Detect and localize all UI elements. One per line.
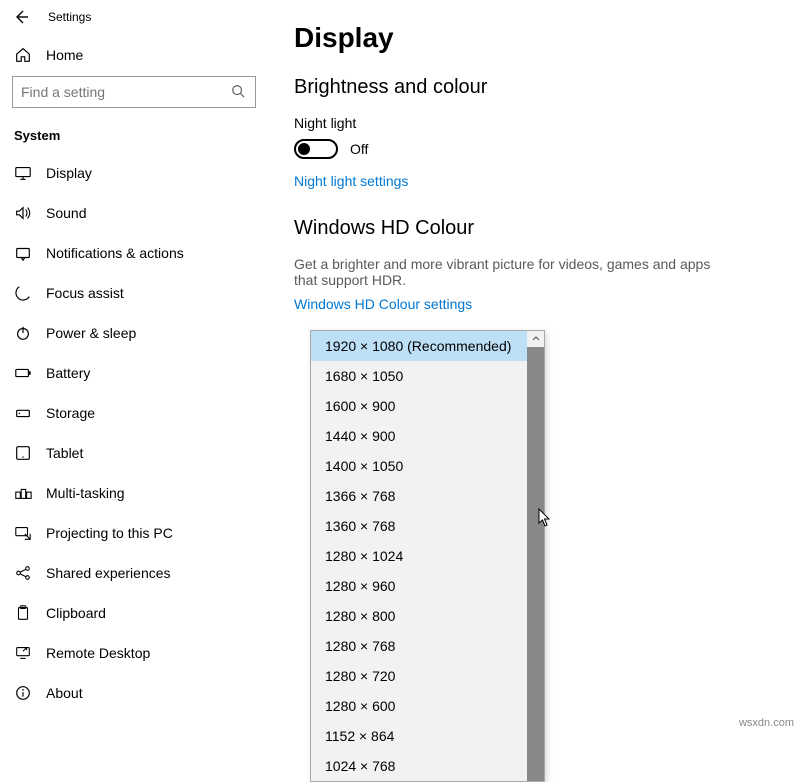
resolution-option[interactable]: 1600 × 900 — [311, 391, 527, 421]
night-light-state: Off — [350, 141, 368, 157]
clipboard-icon — [14, 604, 32, 622]
sidebar-item-project[interactable]: Projecting to this PC — [0, 513, 268, 553]
hd-colour-link[interactable]: Windows HD Colour settings — [294, 296, 472, 312]
resolution-option[interactable]: 1400 × 1050 — [311, 451, 527, 481]
hd-colour-desc: Get a brighter and more vibrant picture … — [294, 256, 714, 288]
sidebar-item-battery[interactable]: Battery — [0, 353, 268, 393]
resolution-option[interactable]: 1280 × 960 — [311, 571, 527, 601]
sidebar-item-label: Notifications & actions — [46, 245, 184, 261]
search-wrap — [0, 76, 268, 120]
storage-icon — [14, 404, 32, 422]
search-box[interactable] — [12, 76, 256, 108]
brightness-heading: Brightness and colour — [294, 76, 774, 99]
sidebar-item-label: Focus assist — [46, 285, 124, 301]
display-icon — [14, 164, 32, 182]
resolution-option[interactable]: 1280 × 720 — [311, 661, 527, 691]
sidebar-item-label: Tablet — [46, 445, 83, 461]
night-light-toggle-row: Off — [294, 139, 774, 159]
sound-icon — [14, 204, 32, 222]
resolution-option[interactable]: 1280 × 800 — [311, 601, 527, 631]
resolution-option[interactable]: 1024 × 768 — [311, 751, 527, 781]
window-title: Settings — [48, 10, 91, 24]
sidebar-item-about[interactable]: About — [0, 673, 268, 713]
page-title: Display — [294, 22, 774, 54]
toggle-knob — [298, 143, 310, 155]
sidebar-item-label: Power & sleep — [46, 325, 136, 341]
sidebar-item-label: Storage — [46, 405, 95, 421]
resolution-option[interactable]: 1280 × 768 — [311, 631, 527, 661]
sidebar-item-storage[interactable]: Storage — [0, 393, 268, 433]
night-light-toggle[interactable] — [294, 139, 338, 159]
notifications-icon — [14, 244, 32, 262]
sidebar-item-shared[interactable]: Shared experiences — [0, 553, 268, 593]
project-icon — [14, 524, 32, 542]
sidebar-item-label: Remote Desktop — [46, 645, 150, 661]
chevron-up-icon — [532, 335, 540, 343]
sidebar-item-label: Battery — [46, 365, 90, 381]
sidebar-category: System — [0, 120, 268, 153]
resolution-option[interactable]: 1360 × 768 — [311, 511, 527, 541]
sidebar-home[interactable]: Home — [0, 34, 268, 76]
sidebar-item-multitask[interactable]: Multi-tasking — [0, 473, 268, 513]
resolution-option[interactable]: 1366 × 768 — [311, 481, 527, 511]
tablet-icon — [14, 444, 32, 462]
sidebar-item-label: Multi-tasking — [46, 485, 125, 501]
scroll-up-button[interactable] — [527, 331, 544, 347]
sidebar-item-label: Shared experiences — [46, 565, 171, 581]
search-input[interactable] — [21, 84, 231, 100]
sidebar-item-label: Projecting to this PC — [46, 525, 173, 541]
sidebar: Settings Home System Display Sound Notific… — [0, 0, 268, 735]
sidebar-item-display[interactable]: Display — [0, 153, 268, 193]
about-icon — [14, 684, 32, 702]
night-light-settings-link[interactable]: Night light settings — [294, 173, 408, 189]
arrow-left-icon — [13, 9, 29, 25]
focus-icon — [14, 284, 32, 302]
battery-icon — [14, 364, 32, 382]
resolution-dropdown[interactable]: 1920 × 1080 (Recommended)1680 × 10501600… — [310, 330, 545, 782]
home-label: Home — [46, 47, 83, 63]
resolution-option[interactable]: 1280 × 600 — [311, 691, 527, 721]
dropdown-list: 1920 × 1080 (Recommended)1680 × 10501600… — [311, 331, 527, 781]
sidebar-item-label: Clipboard — [46, 605, 106, 621]
sidebar-item-sound[interactable]: Sound — [0, 193, 268, 233]
sidebar-item-tablet[interactable]: Tablet — [0, 433, 268, 473]
night-light-label: Night light — [294, 115, 774, 131]
titlebar: Settings — [0, 0, 268, 34]
sidebar-item-label: About — [46, 685, 83, 701]
resolution-option[interactable]: 1680 × 1050 — [311, 361, 527, 391]
sidebar-item-label: Display — [46, 165, 92, 181]
sidebar-item-focus[interactable]: Focus assist — [0, 273, 268, 313]
sidebar-item-clipboard[interactable]: Clipboard — [0, 593, 268, 633]
multitask-icon — [14, 484, 32, 502]
resolution-option[interactable]: 1440 × 900 — [311, 421, 527, 451]
back-button[interactable] — [12, 8, 30, 26]
nav-list: Display Sound Notifications & actions Focus… — [0, 153, 268, 713]
sidebar-item-notifications[interactable]: Notifications & actions — [0, 233, 268, 273]
search-icon — [231, 84, 247, 100]
sidebar-item-label: Sound — [46, 205, 86, 221]
power-icon — [14, 324, 32, 342]
remote-icon — [14, 644, 32, 662]
hd-colour-heading: Windows HD Colour — [294, 217, 774, 240]
sidebar-item-power[interactable]: Power & sleep — [0, 313, 268, 353]
watermark: wsxdn.com — [739, 717, 794, 729]
resolution-option[interactable]: 1152 × 864 — [311, 721, 527, 751]
resolution-option[interactable]: 1920 × 1080 (Recommended) — [311, 331, 527, 361]
sidebar-item-remote[interactable]: Remote Desktop — [0, 633, 268, 673]
home-icon — [14, 46, 32, 64]
dropdown-scrollbar[interactable] — [527, 331, 544, 781]
resolution-option[interactable]: 1280 × 1024 — [311, 541, 527, 571]
shared-icon — [14, 564, 32, 582]
